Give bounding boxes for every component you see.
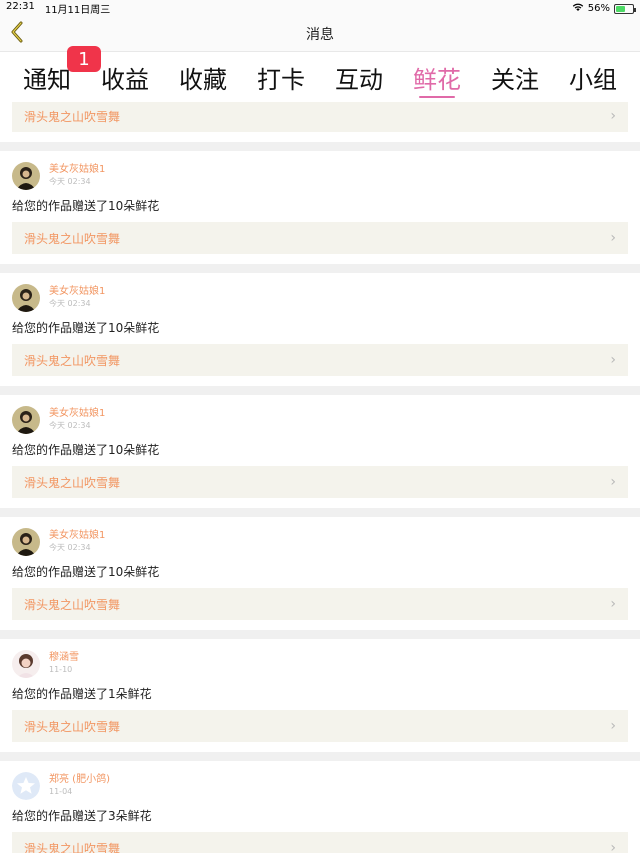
tab-label: 收益 xyxy=(101,65,149,94)
user-info: 美女灰姑娘1 今天 02:34 xyxy=(49,530,105,554)
tab-interactions[interactable]: 互动 xyxy=(331,52,387,102)
notification-badge: 1 xyxy=(67,46,101,72)
work-link[interactable]: 滑头鬼之山吹雪舞 › xyxy=(12,222,628,254)
user-info: 穆涵雪 11-10 xyxy=(49,652,79,676)
work-title: 滑头鬼之山吹雪舞 xyxy=(24,719,121,734)
username[interactable]: 美女灰姑娘1 xyxy=(49,530,105,542)
user-info: 郑亮 (肥小鸽) 11-04 xyxy=(49,774,110,798)
tab-label: 收藏 xyxy=(179,65,227,94)
timestamp: 今天 02:34 xyxy=(49,421,91,430)
status-bar: 22:31 11月11日周三 56% xyxy=(0,0,640,17)
chevron-right-icon: › xyxy=(610,718,616,734)
work-link[interactable]: 滑头鬼之山吹雪舞 › xyxy=(12,466,628,498)
work-title: 滑头鬼之山吹雪舞 xyxy=(24,597,121,612)
list-item: 穆涵雪 11-10 给您的作品赠送了1朵鲜花 滑头鬼之山吹雪舞 › xyxy=(0,639,640,752)
username[interactable]: 美女灰姑娘1 xyxy=(49,164,105,176)
avatar[interactable] xyxy=(12,528,40,556)
tab-follows[interactable]: 关注 xyxy=(487,52,543,102)
back-button[interactable] xyxy=(6,21,28,47)
list-item: 美女灰姑娘1 今天 02:34 给您的作品赠送了10朵鲜花 滑头鬼之山吹雪舞 › xyxy=(0,273,640,386)
message-list[interactable]: 滑头鬼之山吹雪舞 › 美女灰姑娘1 今天 02:34 给您的作品赠送了10朵鲜花… xyxy=(0,102,640,853)
user-row: 美女灰姑娘1 今天 02:34 xyxy=(12,161,628,191)
timestamp: 11-04 xyxy=(49,787,73,796)
tab-label: 鲜花 xyxy=(413,65,461,94)
work-title: 滑头鬼之山吹雪舞 xyxy=(24,231,121,246)
avatar[interactable] xyxy=(12,284,40,312)
work-title: 滑头鬼之山吹雪舞 xyxy=(24,353,121,368)
user-info: 美女灰姑娘1 今天 02:34 xyxy=(49,408,105,432)
avatar[interactable] xyxy=(12,650,40,678)
chevron-right-icon: › xyxy=(610,230,616,246)
chevron-right-icon: › xyxy=(610,352,616,368)
message-text: 给您的作品赠送了10朵鲜花 xyxy=(12,443,160,457)
tab-label: 关注 xyxy=(491,65,539,94)
chevron-right-icon: › xyxy=(610,108,616,124)
list-item: 郑亮 (肥小鸽) 11-04 给您的作品赠送了3朵鲜花 滑头鬼之山吹雪舞 › xyxy=(0,761,640,853)
list-item: 美女灰姑娘1 今天 02:34 给您的作品赠送了10朵鲜花 滑头鬼之山吹雪舞 › xyxy=(0,151,640,264)
work-link[interactable]: 滑头鬼之山吹雪舞 › xyxy=(12,832,628,853)
status-date: 11月11日周三 xyxy=(44,5,111,16)
tab-label: 通知 xyxy=(23,65,71,94)
battery-icon xyxy=(614,3,636,14)
user-row: 郑亮 (肥小鸽) 11-04 xyxy=(12,771,628,801)
page-title: 消息 xyxy=(306,27,334,43)
user-info: 美女灰姑娘1 今天 02:34 xyxy=(49,286,105,310)
chevron-left-icon xyxy=(10,21,24,47)
tab-label: 互动 xyxy=(335,65,383,94)
list-item: 美女灰姑娘1 今天 02:34 给您的作品赠送了10朵鲜花 滑头鬼之山吹雪舞 › xyxy=(0,517,640,630)
message-text: 给您的作品赠送了10朵鲜花 xyxy=(12,565,160,579)
message-text: 给您的作品赠送了1朵鲜花 xyxy=(12,687,152,701)
tab-label: 打卡 xyxy=(257,65,305,94)
avatar[interactable] xyxy=(12,162,40,190)
avatar[interactable] xyxy=(12,772,40,800)
work-link[interactable]: 滑头鬼之山吹雪舞 › xyxy=(12,710,628,742)
list-item: 美女灰姑娘1 今天 02:34 给您的作品赠送了10朵鲜花 滑头鬼之山吹雪舞 › xyxy=(0,395,640,508)
chevron-right-icon: › xyxy=(610,474,616,490)
list-item: 滑头鬼之山吹雪舞 › xyxy=(0,102,640,142)
battery-level xyxy=(616,5,625,12)
battery-percent: 56% xyxy=(587,3,610,14)
tab-bar: 通知 1 收益 收藏 打卡 互动 鲜花 关注 小组 xyxy=(0,46,640,102)
username[interactable]: 郑亮 (肥小鸽) xyxy=(49,774,110,786)
user-row: 穆涵雪 11-10 xyxy=(12,649,628,679)
work-link[interactable]: 滑头鬼之山吹雪舞 › xyxy=(12,102,628,132)
chevron-right-icon: › xyxy=(610,840,616,853)
username[interactable]: 美女灰姑娘1 xyxy=(49,408,105,420)
avatar[interactable] xyxy=(12,406,40,434)
tab-earnings[interactable]: 收益 xyxy=(97,52,153,102)
work-title: 滑头鬼之山吹雪舞 xyxy=(24,109,121,124)
work-title: 滑头鬼之山吹雪舞 xyxy=(24,475,121,490)
chevron-right-icon: › xyxy=(610,596,616,612)
tab-groups[interactable]: 小组 xyxy=(565,52,621,102)
message-text: 给您的作品赠送了10朵鲜花 xyxy=(12,199,160,213)
tab-label: 小组 xyxy=(569,65,617,94)
work-title: 滑头鬼之山吹雪舞 xyxy=(24,841,121,853)
username[interactable]: 美女灰姑娘1 xyxy=(49,286,105,298)
timestamp: 今天 02:34 xyxy=(49,177,91,186)
message-text: 给您的作品赠送了10朵鲜花 xyxy=(12,321,160,335)
user-row: 美女灰姑娘1 今天 02:34 xyxy=(12,405,628,435)
tab-flowers[interactable]: 鲜花 xyxy=(409,52,465,102)
work-link[interactable]: 滑头鬼之山吹雪舞 › xyxy=(12,344,628,376)
username[interactable]: 穆涵雪 xyxy=(49,652,79,664)
user-info: 美女灰姑娘1 今天 02:34 xyxy=(49,164,105,188)
timestamp: 今天 02:34 xyxy=(49,299,91,308)
status-time: 22:31 xyxy=(6,1,35,12)
tab-notifications[interactable]: 通知 1 xyxy=(19,46,101,102)
wifi-icon xyxy=(572,2,584,15)
timestamp: 11-10 xyxy=(49,665,73,674)
tab-checkin[interactable]: 打卡 xyxy=(253,52,309,102)
tab-favorites[interactable]: 收藏 xyxy=(175,52,231,102)
user-row: 美女灰姑娘1 今天 02:34 xyxy=(12,527,628,557)
user-row: 美女灰姑娘1 今天 02:34 xyxy=(12,283,628,313)
message-text: 给您的作品赠送了3朵鲜花 xyxy=(12,809,152,823)
timestamp: 今天 02:34 xyxy=(49,543,91,552)
work-link[interactable]: 滑头鬼之山吹雪舞 › xyxy=(12,588,628,620)
